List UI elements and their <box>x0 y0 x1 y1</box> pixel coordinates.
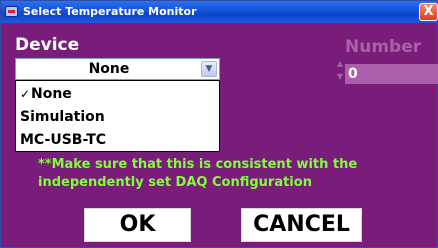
device-option-simulation[interactable]: Simulation <box>16 106 219 128</box>
chevron-down-icon[interactable]: ▼ <box>201 61 217 77</box>
device-option-mc-usb-tc[interactable]: MC-USB-TC <box>16 129 219 151</box>
number-spinner: ▲ ▼ <box>335 58 345 86</box>
number-label: Number <box>345 37 422 57</box>
window-title: Select Temperature Monitor <box>23 5 197 18</box>
title-bar[interactable]: Select Temperature Monitor X <box>1 1 438 23</box>
daq-warning-message: **Make sure that this is consistent with… <box>38 156 438 192</box>
cancel-button[interactable]: CANCEL <box>241 208 362 242</box>
device-label: Device <box>15 35 80 55</box>
close-button[interactable]: X <box>419 3 438 21</box>
warning-line-1: **Make sure that this is consistent with… <box>38 157 358 172</box>
temperature-monitor-dialog: Select Temperature Monitor X Device Numb… <box>0 0 438 248</box>
ok-button[interactable]: OK <box>84 208 191 242</box>
decrement-arrow-icon[interactable]: ▼ <box>335 71 345 83</box>
device-option-none[interactable]: ✓ None <box>16 83 219 105</box>
number-input[interactable]: 0 <box>345 64 438 84</box>
number-value: 0 <box>348 66 358 82</box>
app-icon <box>5 6 18 17</box>
device-option-label: None <box>31 86 72 102</box>
warning-line-2: independently set DAQ Configuration <box>38 175 312 190</box>
device-options-list: ✓ None Simulation MC-USB-TC <box>15 80 220 152</box>
device-option-label: Simulation <box>20 109 105 125</box>
device-dropdown[interactable]: None ▼ <box>15 58 220 80</box>
increment-arrow-icon[interactable]: ▲ <box>335 58 345 70</box>
checkmark-icon: ✓ <box>20 87 31 101</box>
device-option-label: MC-USB-TC <box>20 132 107 148</box>
device-selected-value: None <box>88 61 130 77</box>
